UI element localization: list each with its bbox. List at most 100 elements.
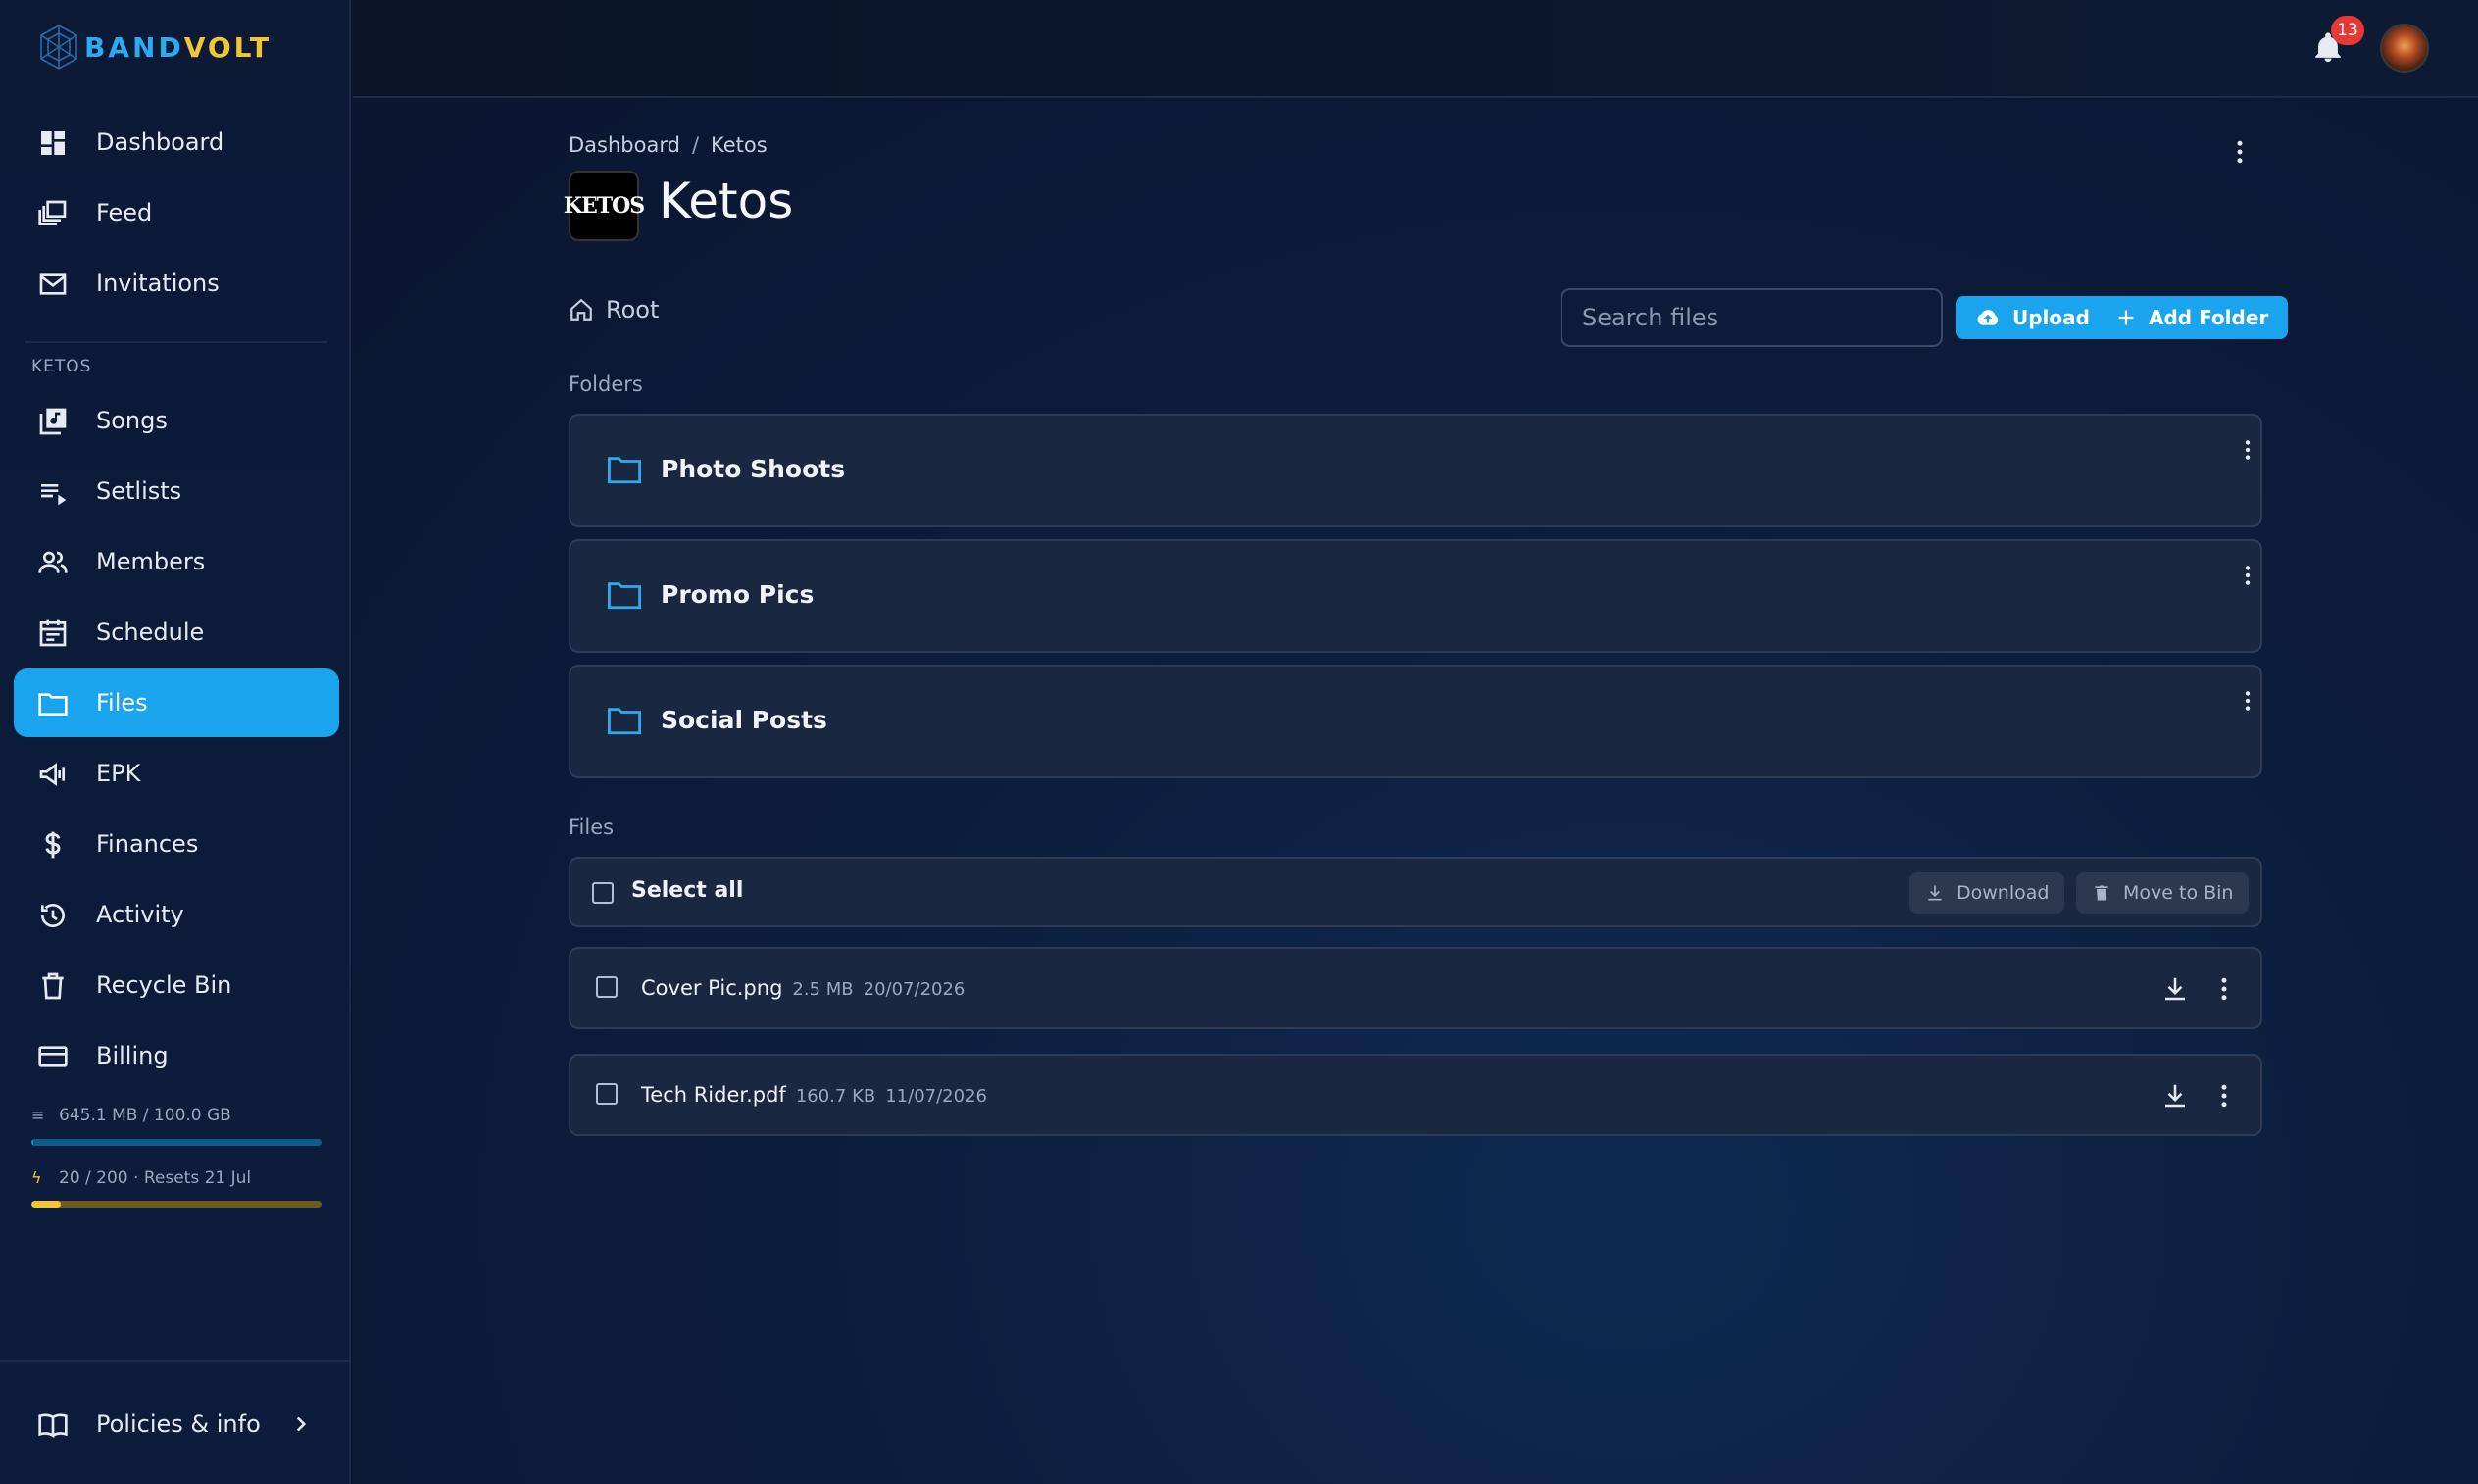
root-label: Root	[606, 296, 660, 323]
file-info: Cover Pic.png 2.5 MB 20/07/2026	[641, 976, 965, 1000]
upload-button[interactable]: Upload	[1956, 296, 2109, 339]
nav-item-schedule[interactable]: Schedule	[14, 598, 339, 667]
file-row[interactable]: Tech Rider.pdf 160.7 KB 11/07/2026	[569, 1054, 2262, 1136]
nav-item-billing[interactable]: Billing	[14, 1021, 339, 1090]
breadcrumb-separator: /	[691, 133, 700, 157]
nav-label: Schedule	[96, 618, 205, 646]
cloud-upload-icon	[1977, 310, 1999, 325]
search-input[interactable]	[1561, 288, 1943, 347]
credits-usage-text: 20 / 200 · Resets 21 Jul	[59, 1168, 252, 1188]
download-label: Download	[1957, 882, 2050, 904]
add-folder-button[interactable]: Add Folder	[2096, 296, 2289, 339]
history-icon	[41, 904, 65, 927]
nav-item-finances[interactable]: Finances	[14, 810, 339, 878]
more-vert-icon[interactable]	[2235, 688, 2260, 714]
nav-item-recycle-bin[interactable]: Recycle Bin	[14, 951, 339, 1019]
mail-icon	[39, 273, 67, 295]
nav-item-invitations[interactable]: Invitations	[14, 249, 339, 318]
music-library-icon	[39, 408, 67, 435]
more-vert-icon[interactable]	[2225, 137, 2255, 167]
nav-item-files[interactable]: Files	[14, 668, 339, 737]
file-checkbox[interactable]	[596, 976, 618, 998]
upload-label: Upload	[2012, 306, 2090, 329]
nav-item-policies[interactable]: Policies & info	[14, 1390, 339, 1459]
nav-item-activity[interactable]: Activity	[14, 880, 339, 949]
folder-name: Social Posts	[661, 706, 827, 734]
file-row[interactable]: Cover Pic.png 2.5 MB 20/07/2026	[569, 947, 2262, 1029]
folder-card[interactable]: Social Posts	[569, 665, 2262, 778]
storage-usage-bar	[31, 1139, 322, 1146]
divider	[25, 341, 327, 343]
megaphone-icon	[39, 763, 65, 786]
trash-icon	[2095, 885, 2108, 901]
storage-icon: ≡	[31, 1106, 45, 1124]
file-info: Tech Rider.pdf 160.7 KB 11/07/2026	[641, 1083, 987, 1107]
nav-item-members[interactable]: Members	[14, 527, 339, 596]
nav-item-dashboard[interactable]: Dashboard	[14, 108, 339, 176]
nav-label: EPK	[96, 760, 141, 787]
file-date: 20/07/2026	[863, 979, 966, 1000]
section-label-band: KETOS	[31, 357, 92, 376]
folder-icon	[608, 708, 641, 735]
lightning-icon: ϟ	[31, 1168, 42, 1187]
download-icon[interactable]	[2160, 1081, 2190, 1111]
user-avatar[interactable]	[2380, 24, 2429, 73]
select-all-label: Select all	[631, 878, 744, 903]
playlist-icon	[41, 484, 67, 506]
folder-icon	[608, 582, 641, 610]
folder-icon	[608, 457, 641, 484]
nav-label: Policies & info	[96, 1410, 261, 1438]
nav-item-songs[interactable]: Songs	[14, 386, 339, 455]
band-logo: KETOS	[564, 171, 645, 241]
root-folder-link[interactable]: Root	[569, 296, 659, 323]
nav-item-epk[interactable]: EPK	[14, 739, 339, 808]
files-heading: Files	[569, 816, 615, 839]
nav-label: Billing	[96, 1042, 169, 1069]
home-icon	[570, 298, 592, 321]
download-icon[interactable]	[2160, 974, 2190, 1004]
file-size: 2.5 MB	[792, 979, 854, 1000]
more-vert-icon[interactable]	[2209, 1081, 2239, 1111]
move-to-bin-button[interactable]: Move to Bin	[2076, 872, 2250, 914]
sidebar: BANDVOLT Dashboard Feed Invitations KETO…	[0, 0, 351, 1484]
page-title: Ketos	[659, 173, 794, 229]
dashboard-icon	[41, 131, 65, 155]
folder-card[interactable]: Photo Shoots	[569, 414, 2262, 527]
more-vert-icon[interactable]	[2235, 437, 2260, 463]
file-date: 11/07/2026	[885, 1086, 987, 1107]
brand-name: BANDVOLT	[84, 30, 272, 64]
nav-item-setlists[interactable]: Setlists	[14, 457, 339, 525]
brand-logo[interactable]: BANDVOLT	[31, 20, 272, 74]
credits-usage-fill	[31, 1201, 61, 1208]
download-selected-button[interactable]: Download	[1909, 872, 2065, 914]
select-all-checkbox[interactable]	[592, 882, 614, 904]
credit-card-icon	[38, 1046, 68, 1067]
file-name: Cover Pic.png	[641, 976, 783, 1000]
folder-name: Promo Pics	[661, 580, 815, 609]
storage-usage-text: 645.1 MB / 100.0 GB	[59, 1106, 231, 1125]
more-vert-icon[interactable]	[2209, 974, 2239, 1004]
divider	[0, 1360, 351, 1362]
chevron-right-icon	[296, 1416, 307, 1432]
feed-icon	[38, 200, 67, 225]
nav-label: Setlists	[96, 477, 182, 505]
bandvolt-logo-icon	[40, 25, 77, 70]
file-checkbox[interactable]	[596, 1083, 618, 1105]
folder-icon	[38, 693, 68, 716]
breadcrumb-dashboard-link[interactable]: Dashboard	[569, 133, 680, 157]
dollar-icon	[45, 831, 61, 859]
topbar	[353, 0, 2478, 98]
folders-heading: Folders	[569, 372, 643, 396]
nav-label: Songs	[96, 407, 168, 434]
move-to-bin-label: Move to Bin	[2123, 882, 2234, 904]
nav-item-feed[interactable]: Feed	[14, 178, 339, 247]
trash-icon	[42, 972, 64, 1000]
files-toolbar: Select all Download Move to Bin	[569, 857, 2262, 927]
breadcrumb: Dashboard / Ketos	[569, 133, 768, 157]
nav-label: Files	[96, 689, 148, 717]
download-icon	[1928, 885, 1942, 901]
more-vert-icon[interactable]	[2235, 563, 2260, 588]
folder-card[interactable]: Promo Pics	[569, 539, 2262, 653]
nav-label: Activity	[96, 901, 184, 928]
nav-label: Invitations	[96, 270, 220, 297]
